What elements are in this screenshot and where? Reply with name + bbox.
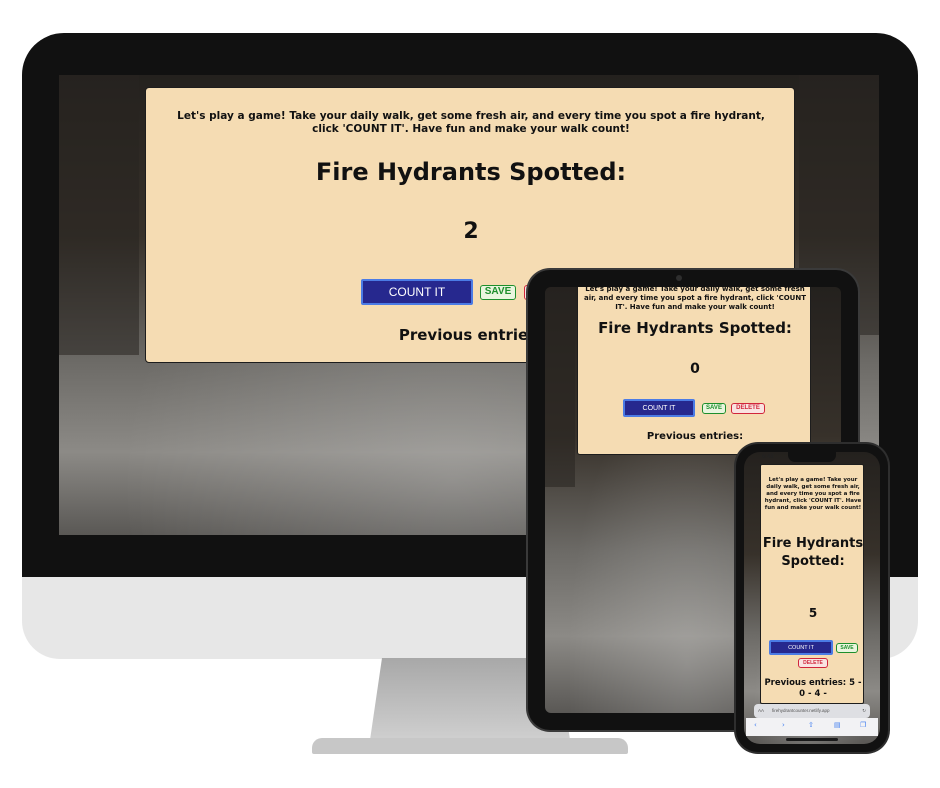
monitor-foot (312, 738, 628, 754)
hydrant-count: 5 (808, 606, 818, 620)
forward-icon[interactable]: › (782, 721, 785, 729)
hydrant-count: 2 (463, 219, 479, 244)
page-title: Fire Hydrants Spotted: (598, 319, 792, 337)
tablet-game-card: Let's play a game! Take your daily walk,… (577, 285, 811, 455)
save-button[interactable]: SAVE (836, 643, 858, 653)
page-title: Fire Hydrants Spotted: (315, 158, 627, 186)
background-building (59, 75, 139, 355)
page-title: Fire Hydrants Spotted: (762, 536, 864, 569)
status-time: 6:49 (762, 454, 774, 460)
previous-entries: Previous entries: (646, 431, 744, 442)
background-building (545, 287, 575, 487)
count-it-button[interactable]: COUNT IT (623, 399, 695, 417)
delete-button[interactable]: DELETE (731, 403, 765, 414)
delete-button[interactable]: DELETE (798, 658, 828, 668)
count-it-button[interactable]: COUNT IT (361, 279, 473, 305)
camera-icon (676, 275, 682, 281)
address-bar[interactable]: AA firehydrantcounter.netlify.app ↻ (754, 704, 870, 718)
tabs-icon[interactable]: ❐ (860, 721, 866, 729)
phone-notch (788, 452, 836, 462)
phone-game-card: Let's play a game! Take your daily walk,… (760, 464, 864, 704)
share-icon[interactable]: ⇧ (808, 721, 814, 729)
count-it-button[interactable]: COUNT IT (769, 640, 833, 655)
home-indicator (786, 738, 838, 741)
browser-toolbar: ‹ › ⇧ ▤ ❐ (746, 718, 878, 736)
save-button[interactable]: SAVE (480, 285, 516, 300)
back-icon[interactable]: ‹ (754, 721, 757, 729)
intro-text: Let's play a game! Take your daily walk,… (584, 285, 806, 311)
intro-text: Let's play a game! Take your daily walk,… (764, 477, 862, 511)
reader-aa-button[interactable]: AA (758, 704, 764, 718)
reload-icon[interactable]: ↻ (862, 704, 866, 718)
url-text: firehydrantcounter.netlify.app (772, 708, 830, 713)
hydrant-count: 0 (690, 361, 700, 377)
save-button[interactable]: SAVE (702, 403, 726, 414)
previous-entries: Previous entries: 5 - 0 - 4 - (764, 678, 862, 699)
bookmarks-icon[interactable]: ▤ (834, 721, 841, 729)
intro-text: Let's play a game! Take your daily walk,… (177, 110, 765, 135)
